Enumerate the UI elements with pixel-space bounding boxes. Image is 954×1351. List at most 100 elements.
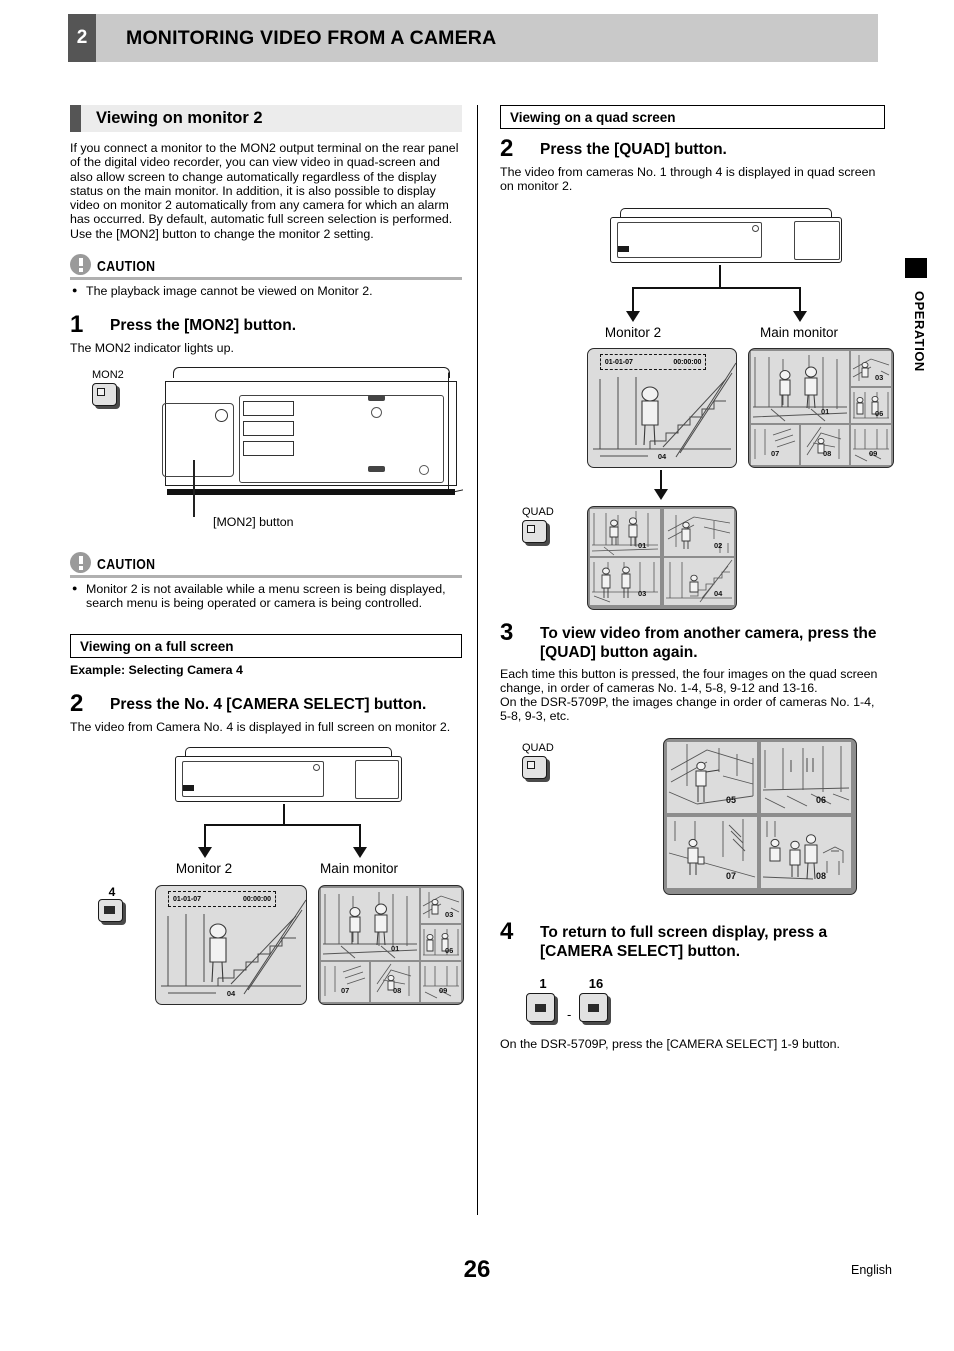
mux-cell-03 xyxy=(421,887,461,923)
step-2-body: The video from Camera No. 4 is displayed… xyxy=(70,720,451,735)
example-line: Example: Selecting Camera 4 xyxy=(70,663,243,678)
step-4-title: To return to full screen display, press … xyxy=(540,923,828,960)
mux-cell-07 xyxy=(751,424,799,465)
figure-quad-5-8: QUAD 05 06 07 08 xyxy=(500,737,885,903)
page-title: MONITORING VIDEO FROM A CAMERA xyxy=(126,26,497,49)
mux-camera-number: 03 xyxy=(875,372,884,382)
camera-select-16-label: 16 xyxy=(588,975,604,991)
caution-block-1: CAUTION The playback image cannot be vie… xyxy=(70,253,462,298)
figure-quad-flow: Monitor 2 Main monitor 01-01-07 00:00:00 xyxy=(500,207,894,610)
side-tab-block xyxy=(905,258,927,278)
intro-paragraph: If you connect a monitor to the MON2 out… xyxy=(70,141,459,227)
quad-button-glyph-1[interactable]: QUAD xyxy=(522,506,554,546)
dvr-front-panel-drawing xyxy=(162,365,463,518)
quad-screen-5-8: 05 06 07 08 xyxy=(663,737,857,895)
mux-cell-06 xyxy=(851,387,891,423)
quad-camera-number: 04 xyxy=(714,588,723,598)
main-monitor-caption: Main monitor xyxy=(319,860,399,876)
quad-button-label: QUAD xyxy=(522,505,554,518)
mux-camera-number: 01 xyxy=(821,406,830,416)
step-2-left: 2 Press the No. 4 [CAMERA SELECT] button… xyxy=(70,692,462,716)
subsection-heading-quad: Viewing on a quad screen xyxy=(500,105,885,129)
monitor2-screen-full: 01-01-07 00:00:00 04 xyxy=(155,884,307,1005)
mon2-callout-label: [MON2] button xyxy=(213,515,294,530)
camera-select-1-button[interactable]: 1 xyxy=(526,976,560,1025)
step-2-number: 2 xyxy=(500,135,514,162)
side-tab-operation: OPERATION xyxy=(905,258,927,382)
quad-screen-1-4: 01 02 03 04 xyxy=(587,505,737,610)
step-4-number: 4 xyxy=(500,917,514,945)
mux-camera-number: 07 xyxy=(771,448,780,458)
side-tab-label: OPERATION xyxy=(912,290,927,372)
subsection-heading-full-screen: Viewing on a full screen xyxy=(70,634,462,659)
camera-select-range-figure: 1 - 16 xyxy=(500,971,885,1033)
left-column: Viewing on monitor 2 If you connect a mo… xyxy=(70,105,464,1025)
mux-cell-01 xyxy=(751,350,849,423)
quad-cell-07 xyxy=(667,816,757,888)
button-led xyxy=(588,1003,599,1012)
arrow-branch xyxy=(205,823,361,826)
mux-camera-number: 09 xyxy=(439,985,448,995)
caution-icon xyxy=(70,552,91,574)
caution-header-2: CAUTION xyxy=(70,551,462,574)
quad-camera-number: 07 xyxy=(726,870,737,881)
main-monitor-mux: 01 03 06 07 08 09 xyxy=(318,884,464,1005)
arrow-left-leg xyxy=(632,286,635,314)
step-2-title: Press the [QUAD] button. xyxy=(540,141,727,158)
step-1: 1 Press the [MON2] button. xyxy=(70,312,462,336)
quad-cell-01 xyxy=(590,508,660,556)
mux-camera-number: 08 xyxy=(393,985,402,995)
button-led xyxy=(97,388,105,397)
quad-camera-number: 05 xyxy=(726,794,737,805)
quad-cell-03 xyxy=(590,557,660,605)
mux-camera-number: 07 xyxy=(341,985,350,995)
subsection-label: Viewing on a quad screen xyxy=(510,109,676,125)
camera-select-16-button[interactable]: 16 xyxy=(579,976,613,1025)
arrow-head-right xyxy=(353,846,367,858)
section-marker xyxy=(70,105,81,132)
quad-button-glyph-2[interactable]: QUAD xyxy=(522,742,554,782)
caution-rule-2 xyxy=(70,575,462,578)
quad-camera-number: 08 xyxy=(816,870,827,881)
quad-cell-08 xyxy=(761,816,851,888)
dvr-unit-drawing-2 xyxy=(610,207,842,266)
step-2-right: 2 Press the [QUAD] button. xyxy=(500,135,885,162)
step-3: 3 To view video from another camera, pre… xyxy=(500,620,885,662)
monitor2-screen-full: 01-01-07 00:00:00 04 xyxy=(587,347,737,468)
arrow-head-left xyxy=(198,846,212,858)
monitor2-caption: Monitor 2 xyxy=(175,860,233,876)
quad-camera-number: 03 xyxy=(638,588,647,598)
caution-rule-1 xyxy=(70,277,462,280)
mux-cell-07 xyxy=(321,961,369,1002)
step-3-title: To view video from another camera, press… xyxy=(540,624,877,661)
column-divider xyxy=(477,105,478,1215)
caution-list-1: The playback image cannot be viewed on M… xyxy=(70,283,462,298)
step-2-body: The video from cameras No. 1 through 4 i… xyxy=(500,165,876,194)
figure-full-screen: Monitor 2 Main monitor 4 01-01-07 00:00:… xyxy=(70,746,464,1025)
manual-page: 2 MONITORING VIDEO FROM A CAMERA OPERATI… xyxy=(0,0,954,1351)
quad-camera-number: 01 xyxy=(638,540,647,550)
quad-camera-number: 06 xyxy=(816,794,827,805)
mux-cell-09 xyxy=(851,424,891,465)
stairwell-scene xyxy=(593,362,736,457)
main-monitor-mux: 01 03 06 07 08 09 xyxy=(748,347,894,468)
mux-camera-number: 06 xyxy=(875,408,884,418)
page-number: 26 xyxy=(463,1256,491,1283)
mon2-button-glyph[interactable]: MON2 xyxy=(92,369,124,410)
arrow-head-left xyxy=(626,310,640,322)
stairwell-scene xyxy=(161,899,306,994)
corridor-scene xyxy=(322,891,418,958)
button-led xyxy=(104,905,115,914)
quad-cell-05 xyxy=(667,741,757,813)
quad-cell-06 xyxy=(761,741,851,813)
caution-label-2: CAUTION xyxy=(97,556,156,574)
dvr-unit-drawing-1 xyxy=(175,746,402,805)
figure-mon2-panel: MON2 [MON2] button xyxy=(70,365,463,537)
mux-cell-08 xyxy=(801,424,849,465)
camera-select-4-button[interactable]: 4 xyxy=(98,885,126,925)
caution-header-1: CAUTION xyxy=(70,253,462,276)
monitor2-camera-number: 04 xyxy=(657,451,667,461)
mon2-button-label: MON2 xyxy=(92,369,124,382)
language-label: English xyxy=(851,1263,892,1277)
subsection-label: Viewing on a full screen xyxy=(80,638,234,654)
